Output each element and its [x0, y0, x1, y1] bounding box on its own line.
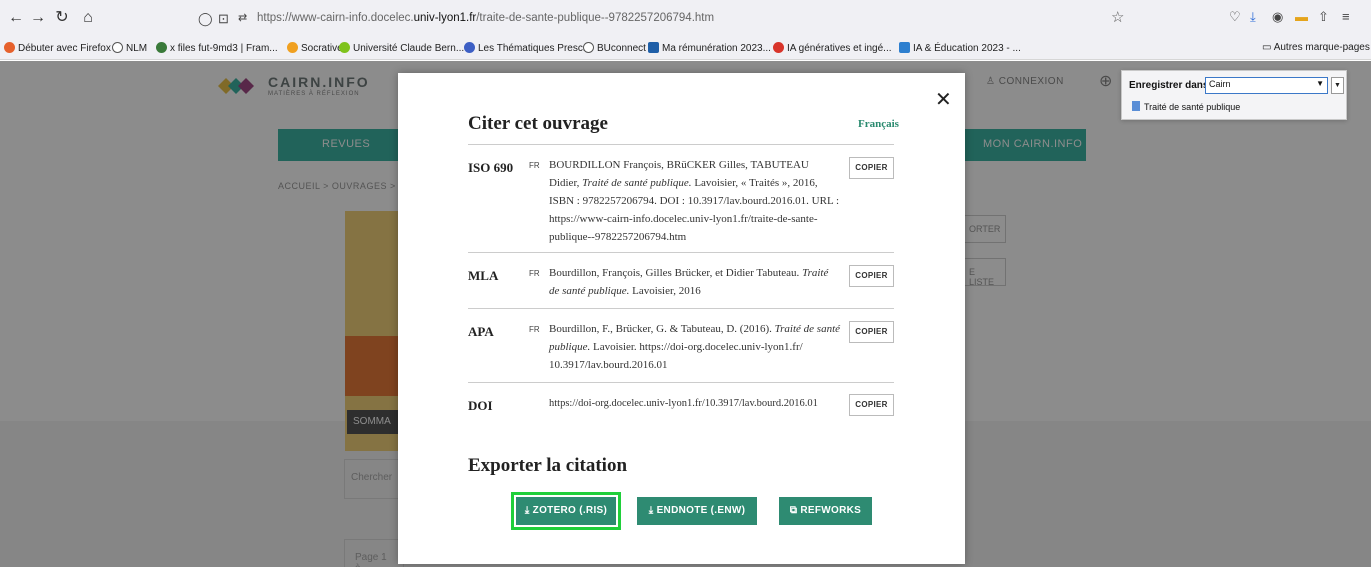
copy-button-apa[interactable]: COPIER	[849, 321, 894, 343]
bookmark-item[interactable]: NLM	[112, 42, 147, 54]
bookmark-item[interactable]: Ma rémunération 2023...	[648, 42, 771, 54]
remuneration-icon	[648, 42, 659, 53]
citation-lang: FR	[529, 161, 540, 170]
export-refworks-button[interactable]: ⧉ REFWORKS	[779, 497, 872, 525]
export-zotero-button[interactable]: ⤓ ZOTERO (.RIS)	[511, 492, 621, 530]
lock-icon[interactable]: ⊡	[218, 11, 229, 27]
bookmark-item[interactable]: Socrative	[287, 42, 343, 54]
export-endnote-button[interactable]: ⤓ ENDNOTE (.ENW)	[637, 497, 757, 525]
browser-toolbar: ← → ↻ ⌂ ◯ ⊡ ⇄ https://www-cairn-info.doc…	[0, 0, 1371, 38]
back-icon[interactable]: ←	[6, 8, 26, 28]
url-bar[interactable]: ◯ ⊡ ⇄ https://www-cairn-info.docelec.uni…	[188, 6, 1138, 32]
bookmark-item[interactable]: IA & Éducation 2023 - ...	[899, 42, 1021, 54]
copy-button-iso690[interactable]: COPIER	[849, 157, 894, 179]
zotero-connector-icon[interactable]: ▬	[1295, 9, 1308, 24]
citation-lang: FR	[529, 325, 540, 334]
citation-lang: FR	[529, 269, 540, 278]
close-icon[interactable]: ✕	[935, 87, 952, 111]
home-icon[interactable]: ⌂	[78, 8, 98, 28]
framapad-icon	[156, 42, 167, 53]
menu-icon[interactable]: ≡	[1342, 9, 1350, 24]
zotero-collection-select[interactable]: Cairn ▼	[1205, 77, 1328, 94]
bookmark-item[interactable]: Débuter avec Firefox	[4, 42, 111, 54]
thematiques-icon	[464, 42, 475, 53]
url-text[interactable]: https://www-cairn-info.docelec.univ-lyon…	[257, 12, 714, 24]
divider	[468, 144, 894, 145]
citation-text-iso690: BOURDILLON François, BRüCKER Gilles, TAB…	[549, 159, 840, 243]
download-icon: ⤓	[524, 505, 533, 516]
zotero-expand-button[interactable]: ▼	[1331, 77, 1344, 94]
zotero-save-label: Enregistrer dans	[1129, 80, 1209, 91]
download-icon: ⤓	[648, 505, 657, 516]
copy-button-doi[interactable]: COPIER	[849, 394, 894, 416]
bookmark-item[interactable]: x files fut-9md3 | Fram...	[156, 42, 278, 54]
folder-icon: ▭	[1262, 42, 1274, 53]
firefox-icon	[4, 42, 15, 53]
zotero-saved-item: Traité de santé publique	[1132, 101, 1240, 112]
zotero-save-popup: Enregistrer dans Cairn ▼ ▼ Traité de sant…	[1121, 70, 1347, 120]
citation-format-label: MLA	[468, 268, 499, 283]
modal-title: Citer cet ouvrage	[468, 113, 608, 134]
education-icon	[899, 42, 910, 53]
bookmark-item[interactable]: Les Thématiques Presc...	[464, 42, 591, 54]
language-link[interactable]: Français	[858, 118, 899, 130]
chevron-down-icon: ▼	[1316, 79, 1324, 88]
ia-icon	[773, 42, 784, 53]
other-bookmarks[interactable]: ▭ Autres marque-pages	[1262, 42, 1370, 53]
bookmark-item[interactable]: BUconnect	[583, 42, 646, 54]
university-icon	[339, 42, 350, 53]
bookmark-item[interactable]: IA génératives et ingé...	[773, 42, 892, 54]
permissions-icon[interactable]: ⇄	[238, 11, 247, 24]
citation-format-label: ISO 690	[468, 160, 514, 175]
forward-icon[interactable]: →	[28, 8, 48, 28]
account-icon[interactable]: ◉	[1272, 9, 1283, 25]
downloads-icon[interactable]: ⤓	[1250, 9, 1256, 25]
bookmark-star-icon[interactable]: ☆	[1111, 8, 1124, 26]
divider	[468, 382, 894, 383]
external-link-icon: ⧉	[789, 505, 801, 516]
extensions-icon[interactable]: ⇧	[1318, 9, 1329, 25]
globe-icon	[583, 42, 594, 53]
cite-modal: ✕ Citer cet ouvrage Français ISO 690 FR …	[398, 73, 965, 564]
bookmark-item[interactable]: Université Claude Bern...	[339, 42, 464, 54]
citation-text-apa: Bourdillon, F., Brücker, G. & Tabuteau, …	[549, 323, 841, 371]
shield-icon[interactable]: ◯	[198, 11, 213, 27]
citation-text-mla: Bourdillon, François, Gilles Brücker, et…	[549, 267, 829, 297]
divider	[468, 252, 894, 253]
citation-text-doi: https://doi-org.docelec.univ-lyon1.fr/10…	[549, 398, 818, 409]
book-icon	[1132, 101, 1140, 111]
citation-format-label: DOI	[468, 398, 493, 413]
export-title: Exporter la citation	[468, 455, 628, 476]
bookmarks-bar: Débuter avec Firefox NLM x files fut-9md…	[0, 38, 1371, 60]
pocket-icon[interactable]: ♡	[1229, 9, 1241, 25]
socrative-icon	[287, 42, 298, 53]
globe-icon	[112, 42, 123, 53]
citation-format-label: APA	[468, 324, 494, 339]
divider	[468, 308, 894, 309]
reload-icon[interactable]: ↻	[52, 8, 72, 28]
copy-button-mla[interactable]: COPIER	[849, 265, 894, 287]
